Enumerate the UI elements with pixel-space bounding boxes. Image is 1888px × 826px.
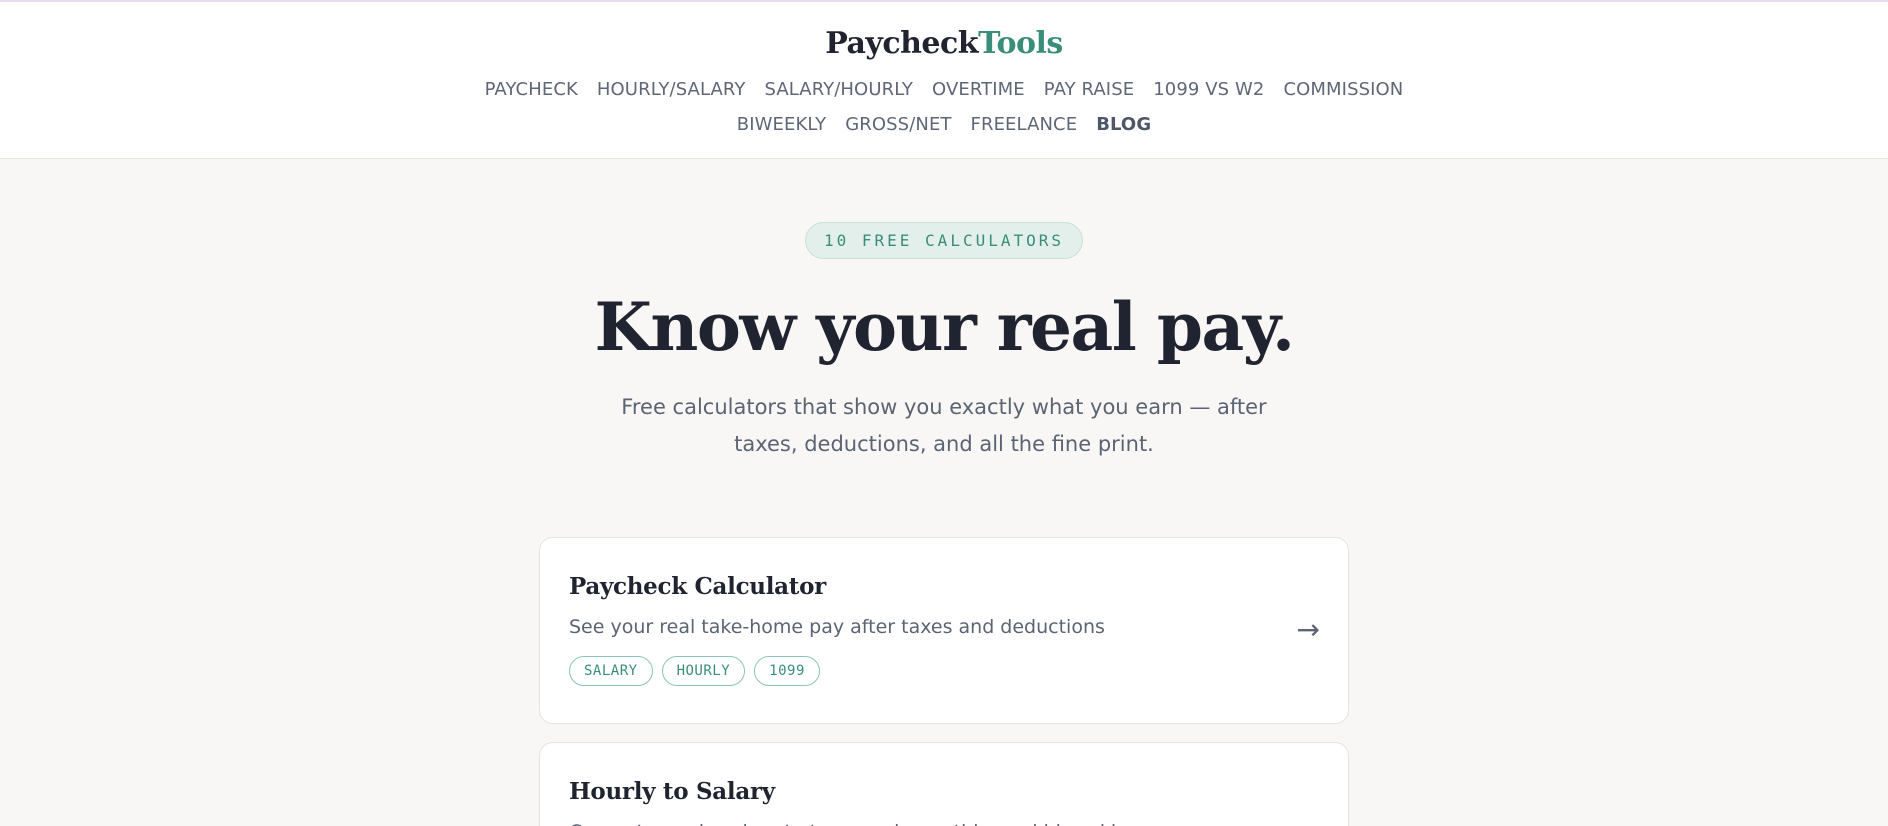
nav-link-hourly-salary[interactable]: HOURLY/SALARY (597, 72, 746, 107)
nav-link-salary-hourly[interactable]: SALARY/HOURLY (764, 72, 913, 107)
nav-link-1099-vs-w2[interactable]: 1099 VS W2 (1153, 72, 1264, 107)
nav-link-gross-net[interactable]: GROSS/NET (845, 107, 951, 142)
hero-subtitle: Free calculators that show you exactly w… (621, 395, 1267, 456)
nav-link-pay-raise[interactable]: PAY RAISE (1044, 72, 1134, 107)
site-logo[interactable]: PaycheckTools (0, 2, 1888, 64)
nav-link-paycheck[interactable]: PAYCHECK (485, 72, 578, 107)
calculators-count-badge: 10 FREE CALCULATORS (804, 222, 1084, 259)
site-header: PaycheckTools PAYCHECK HOURLY/SALARY SAL… (0, 2, 1888, 159)
nav-row-2: BIWEEKLY GROSS/NET FREELANCE BLOG (0, 107, 1888, 142)
card-hourly-to-salary[interactable]: Hourly to Salary Convert your hourly rat… (539, 742, 1349, 826)
logo-part-paycheck: Paycheck (825, 26, 979, 61)
nav-row-1: PAYCHECK HOURLY/SALARY SALARY/HOURLY OVE… (0, 72, 1888, 107)
nav-link-freelance[interactable]: FREELANCE (971, 107, 1078, 142)
card-description: Convert your hourly rate to annual, mont… (569, 817, 1319, 826)
tag-1099: 1099 (754, 656, 820, 686)
card-title: Hourly to Salary (569, 778, 775, 805)
card-paycheck-calculator[interactable]: Paycheck Calculator See your real take-h… (539, 537, 1349, 724)
nav-link-blog[interactable]: BLOG (1096, 107, 1151, 142)
tag-salary: SALARY (569, 656, 653, 686)
card-title: Paycheck Calculator (569, 573, 826, 600)
arrow-right-icon[interactable]: → (1297, 610, 1320, 650)
card-tags: SALARY HOURLY 1099 (569, 656, 1319, 686)
logo-part-tools: Tools (978, 26, 1063, 61)
hero-title: Know your real pay. (594, 288, 1295, 366)
main-nav: PAYCHECK HOURLY/SALARY SALARY/HOURLY OVE… (0, 72, 1888, 142)
calculator-list: Paycheck Calculator See your real take-h… (539, 537, 1349, 826)
main-content: 10 FREE CALCULATORS Know your real pay. … (0, 159, 1888, 826)
nav-link-commission[interactable]: COMMISSION (1283, 72, 1403, 107)
nav-link-overtime[interactable]: OVERTIME (932, 72, 1025, 107)
nav-link-biweekly[interactable]: BIWEEKLY (737, 107, 826, 142)
tag-hourly: HOURLY (661, 656, 746, 686)
card-description: See your real take-home pay after taxes … (569, 616, 1105, 638)
